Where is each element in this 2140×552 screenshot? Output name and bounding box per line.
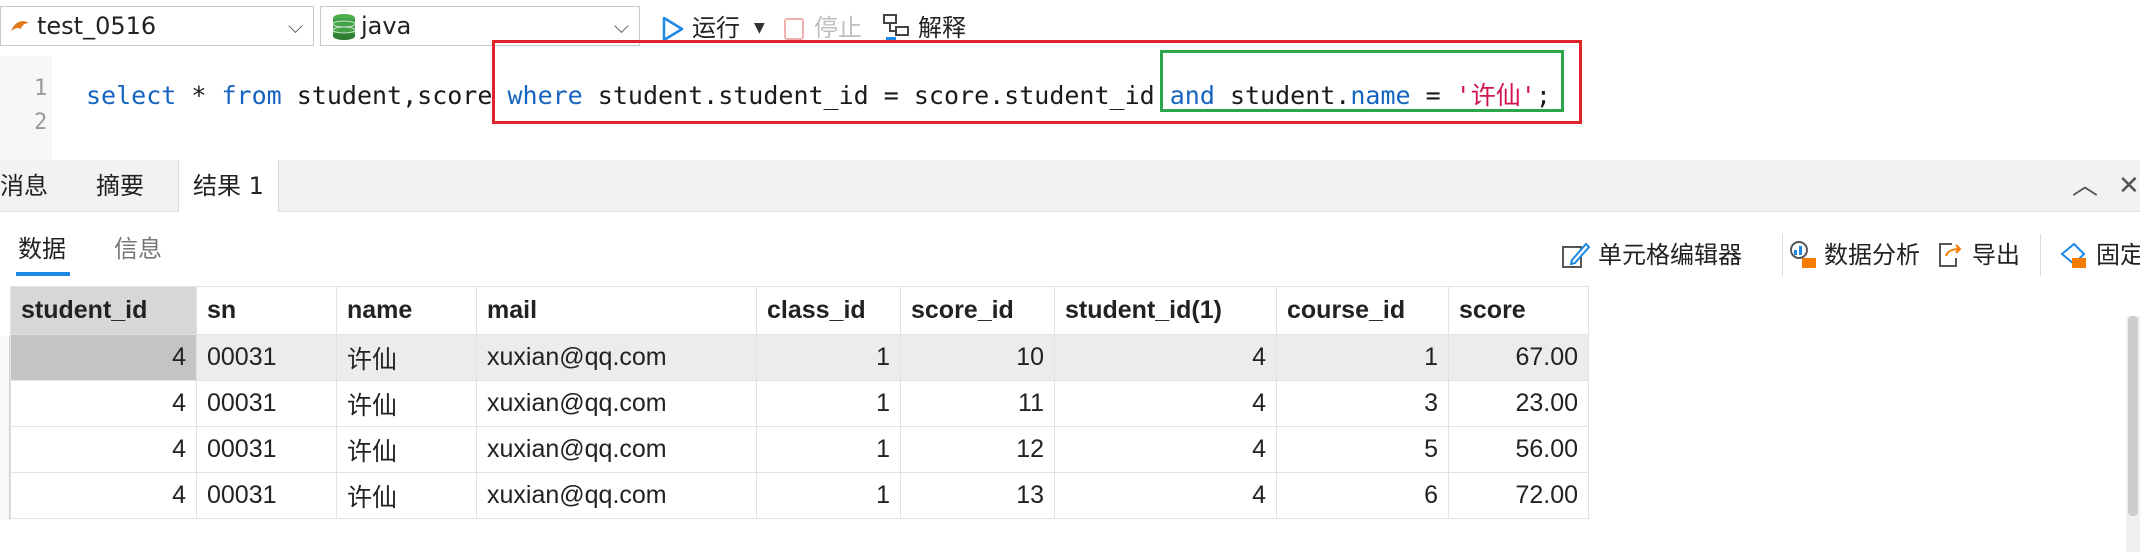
row-marker[interactable] bbox=[0, 336, 10, 382]
schema-value: java bbox=[361, 12, 412, 40]
data-analysis-label: 数据分析 bbox=[1824, 241, 1920, 269]
table-cell[interactable]: 4 bbox=[10, 380, 197, 427]
table-cell[interactable]: 5 bbox=[1276, 426, 1449, 473]
subtab-info[interactable]: 信息 bbox=[114, 232, 162, 266]
table-cell[interactable]: 1 bbox=[756, 334, 901, 381]
table-cell[interactable]: 72.00 bbox=[1448, 472, 1589, 519]
table-cell[interactable]: 11 bbox=[900, 380, 1055, 427]
header-row: student_id sn name mail class_id score_i… bbox=[10, 286, 1589, 335]
toolbar-divider bbox=[2040, 234, 2041, 276]
database-icon bbox=[332, 14, 356, 40]
table-cell[interactable]: xuxian@qq.com bbox=[476, 334, 757, 381]
table-cell[interactable]: 00031 bbox=[196, 334, 337, 381]
row-marker[interactable] bbox=[0, 428, 10, 474]
table-row[interactable]: 4 00031 许仙 xuxian@qq.com 1 12 4 5 56.00 bbox=[10, 426, 1589, 473]
table-row[interactable]: 4 00031 许仙 xuxian@qq.com 1 11 4 3 23.00 bbox=[10, 380, 1589, 427]
table-cell[interactable]: 1 bbox=[756, 426, 901, 473]
table-row[interactable]: 4 00031 许仙 xuxian@qq.com 1 13 4 6 72.00 bbox=[10, 472, 1589, 519]
table-cell[interactable]: xuxian@qq.com bbox=[476, 380, 757, 427]
table-cell[interactable]: 23.00 bbox=[1448, 380, 1589, 427]
active-tab-indicator bbox=[16, 272, 70, 276]
table-cell[interactable]: 6 bbox=[1276, 472, 1449, 519]
table-cell[interactable]: 许仙 bbox=[336, 472, 477, 519]
tab-result-1[interactable]: 结果 1 bbox=[178, 160, 279, 212]
table-cell[interactable]: 10 bbox=[900, 334, 1055, 381]
mysql-dolphin-icon bbox=[11, 21, 29, 31]
table-cell[interactable]: 13 bbox=[900, 472, 1055, 519]
line-number: 2 bbox=[34, 110, 48, 135]
table-cell[interactable]: 4 bbox=[1054, 334, 1277, 381]
pin-icon bbox=[2060, 242, 2086, 268]
table-cell[interactable]: 1 bbox=[1276, 334, 1449, 381]
vertical-scrollbar-thumb[interactable] bbox=[2128, 316, 2138, 516]
column-header-score[interactable]: score bbox=[1448, 286, 1589, 335]
column-header-class-id[interactable]: class_id bbox=[756, 286, 901, 335]
column-header-course-id[interactable]: course_id bbox=[1276, 286, 1449, 335]
table-cell[interactable]: 1 bbox=[756, 380, 901, 427]
table-cell[interactable]: 4 bbox=[10, 472, 197, 519]
column-header-score-id[interactable]: score_id bbox=[900, 286, 1055, 335]
column-header-mail[interactable]: mail bbox=[476, 286, 757, 335]
table-cell[interactable]: 67.00 bbox=[1448, 334, 1589, 381]
row-marker[interactable] bbox=[0, 382, 10, 428]
sql-text: * bbox=[176, 81, 222, 110]
result-grid: student_id sn name mail class_id score_i… bbox=[10, 286, 1589, 519]
sql-keyword: select bbox=[86, 81, 177, 110]
toolbar-divider bbox=[1782, 234, 1783, 276]
subtab-data[interactable]: 数据 bbox=[18, 232, 66, 266]
pin-label: 固定 bbox=[2096, 241, 2140, 269]
table-cell[interactable]: 00031 bbox=[196, 380, 337, 427]
result-subbar: 数据 信息 单元格编辑器 数据分析 导出 固定 bbox=[0, 212, 2140, 286]
table-cell[interactable]: 3 bbox=[1276, 380, 1449, 427]
table-cell[interactable]: 12 bbox=[900, 426, 1055, 473]
table-cell[interactable]: xuxian@qq.com bbox=[476, 426, 757, 473]
table-cell[interactable]: 1 bbox=[756, 472, 901, 519]
table-cell[interactable]: 4 bbox=[10, 334, 197, 381]
line-gutter: 1 2 bbox=[0, 56, 52, 160]
cell-editor-label: 单元格编辑器 bbox=[1598, 241, 1742, 269]
pencil-edit-icon bbox=[1562, 242, 1590, 268]
table-cell[interactable]: 4 bbox=[1054, 472, 1277, 519]
sql-keyword: from bbox=[221, 81, 282, 110]
chevron-down-icon: ⌵ bbox=[287, 14, 303, 38]
sql-text: student,score bbox=[281, 81, 508, 110]
close-icon[interactable]: ✕ bbox=[2118, 172, 2140, 200]
table-cell[interactable]: 4 bbox=[1054, 380, 1277, 427]
table-cell[interactable]: 56.00 bbox=[1448, 426, 1589, 473]
connection-select[interactable]: test_0516 ⌵ bbox=[0, 6, 314, 46]
export-icon bbox=[1939, 243, 1962, 267]
column-header-sn[interactable]: sn bbox=[196, 286, 337, 335]
result-table: student_id sn name mail class_id score_i… bbox=[10, 286, 1589, 519]
row-marker[interactable] bbox=[0, 474, 10, 520]
tab-summary[interactable]: 摘要 bbox=[82, 160, 158, 212]
table-cell[interactable]: 4 bbox=[1054, 426, 1277, 473]
table-cell[interactable]: 许仙 bbox=[336, 380, 477, 427]
collapse-panel-icon[interactable]: ︿ bbox=[2072, 172, 2098, 200]
column-header-student-id[interactable]: student_id bbox=[10, 286, 197, 335]
line-number: 1 bbox=[34, 76, 48, 101]
table-cell[interactable]: 许仙 bbox=[336, 334, 477, 381]
connection-value: test_0516 bbox=[37, 12, 157, 40]
data-analysis-icon bbox=[1790, 241, 1816, 268]
play-icon bbox=[662, 16, 684, 42]
stop-icon bbox=[784, 18, 804, 40]
column-header-name[interactable]: name bbox=[336, 286, 477, 335]
table-cell[interactable]: 许仙 bbox=[336, 426, 477, 473]
table-row[interactable]: 4 00031 许仙 xuxian@qq.com 1 10 4 1 67.00 bbox=[10, 334, 1589, 381]
table-cell[interactable]: xuxian@qq.com bbox=[476, 472, 757, 519]
table-cell[interactable]: 00031 bbox=[196, 472, 337, 519]
export-label: 导出 bbox=[1972, 241, 2020, 269]
result-tab-bar: 消息 摘要 结果 1 ︿ ✕ bbox=[0, 160, 2140, 212]
table-cell[interactable]: 4 bbox=[10, 426, 197, 473]
column-header-student-id-1[interactable]: student_id(1) bbox=[1054, 286, 1277, 335]
and-clause-highlight bbox=[1160, 50, 1564, 112]
table-cell[interactable]: 00031 bbox=[196, 426, 337, 473]
tab-messages[interactable]: 消息 bbox=[0, 160, 62, 212]
